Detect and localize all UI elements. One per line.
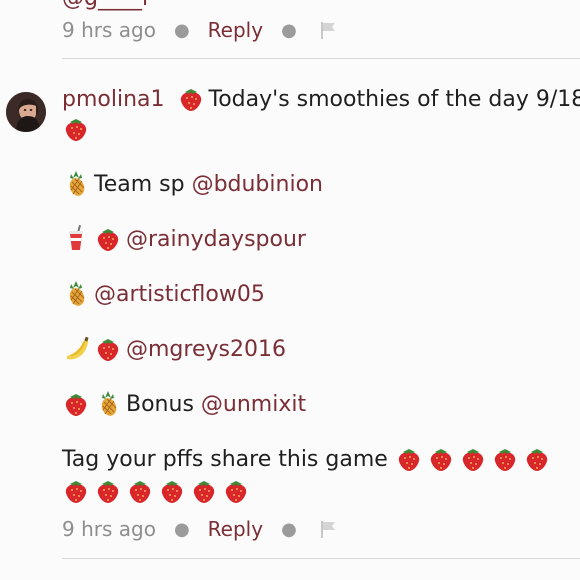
drink-cup-icon [62,224,90,252]
separator-dot: ● [173,19,190,41]
banana-icon [62,334,90,362]
comment-body: pmolina1 Today's smoothies of the day 9/1… [62,84,580,508]
strawberry-icon [158,476,186,504]
flag-icon[interactable] [317,518,339,540]
flag-icon[interactable] [317,19,339,41]
divider [62,558,580,559]
mention-link[interactable]: @unmixit [201,392,306,417]
avatar[interactable] [6,92,46,132]
divider [62,58,580,59]
strawberry-icon [427,444,455,472]
strawberry-icon [62,476,90,504]
reply-button[interactable]: Reply [208,18,263,42]
strawberry-icon [177,84,205,112]
strawberry-icon [62,114,90,142]
mention-link[interactable]: @bdubinion [192,172,323,197]
mention-link[interactable]: @rainydayspour [126,227,306,252]
pineapple-icon [62,279,90,307]
smoothie-line: Bonus @unmixit [62,389,577,421]
comment-title: Today's smoothies of the day 9/18 [208,87,580,112]
closing-text: Tag your pffs share this game [62,447,388,472]
strawberry-icon [395,444,423,472]
smoothie-line: @artisticflow05 [62,279,577,311]
strawberry-icon [62,389,90,417]
comment-meta: 9 hrs ago ● Reply ● [62,517,339,541]
smoothie-line: @mgreys2016 [62,334,577,366]
smoothie-line: @rainydayspour [62,224,577,256]
previous-comment-meta: 9 hrs ago ● Reply ● [62,18,339,42]
pineapple-icon [94,389,122,417]
mention-link[interactable]: @mgreys2016 [126,337,286,362]
strawberry-icon [94,476,122,504]
timestamp: 9 hrs ago [62,18,156,42]
previous-comment-text: @g____l [62,0,148,11]
closing-line: Tag your pffs share this game [62,444,577,508]
strawberry-icon [126,476,154,504]
line-text: Team sp [94,172,192,197]
separator-dot: ● [281,19,297,41]
strawberry-icon [94,334,122,362]
strawberry-icon [491,444,519,472]
line-text: Bonus [126,392,201,417]
separator-dot: ● [281,518,297,540]
pineapple-icon [62,169,90,197]
username-link[interactable]: pmolina1 [62,87,165,112]
strawberry-icon [459,444,487,472]
strawberry-icon [94,224,122,252]
strawberry-icon [523,444,551,472]
mention-link[interactable]: @artisticflow05 [94,282,265,307]
smoothie-line: Team sp @bdubinion [62,169,577,201]
timestamp: 9 hrs ago [62,517,156,541]
strawberry-icon [222,476,250,504]
separator-dot: ● [173,518,190,540]
reply-button[interactable]: Reply [208,517,263,541]
strawberry-icon [190,476,218,504]
